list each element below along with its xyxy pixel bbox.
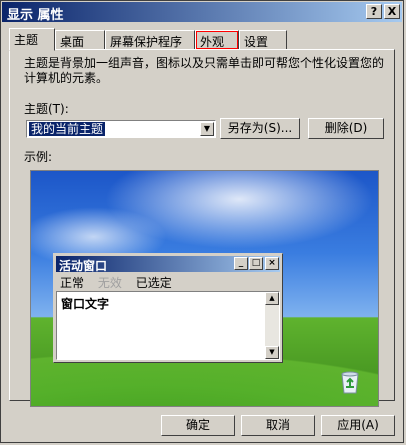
preview-title: 活动窗口 — [59, 259, 108, 273]
scroll-down-icon: ▼ — [265, 346, 279, 359]
preview-window: 活动窗口 _ □ × 正常 无效 已选定 窗口文字 ▲ ▼ — [53, 253, 283, 363]
preview-window-text: 窗口文字 — [61, 297, 110, 311]
menu-normal: 正常 — [60, 276, 85, 290]
theme-preview: 活动窗口 _ □ × 正常 无效 已选定 窗口文字 ▲ ▼ — [30, 170, 379, 407]
tab-desktop[interactable]: 桌面 — [55, 30, 105, 50]
save-as-button[interactable]: 另存为(S)... — [220, 118, 300, 139]
tab-label: 屏幕保护程序 — [110, 35, 183, 49]
tab-label: 桌面 — [60, 35, 85, 49]
theme-select-value: 我的当前主题 — [29, 122, 106, 136]
maximize-icon: □ — [249, 257, 263, 270]
window-title: 显示 属性 — [7, 8, 64, 23]
preview-menu: 正常 无效 已选定 — [60, 274, 182, 291]
apply-button[interactable]: 应用(A) — [321, 415, 395, 436]
tab-themes[interactable]: 主题 — [9, 28, 55, 51]
scroll-up-icon: ▲ — [265, 292, 279, 305]
display-properties-window: 显示 属性 ? X 主题 桌面 屏幕保护程序 外观 设置 主题是背景加一组声音，… — [0, 0, 404, 443]
theme-select[interactable]: 我的当前主题 ▼ — [26, 120, 216, 138]
themes-panel: 主题是背景加一组声音，图标以及只需单击即可帮您个性化设置您的计算机的元素。 主题… — [9, 49, 395, 407]
ok-button[interactable]: 确定 — [161, 415, 235, 436]
tab-screensaver[interactable]: 屏幕保护程序 — [105, 30, 195, 50]
tab-label: 主题 — [14, 33, 39, 47]
tab-label: 外观 — [200, 35, 225, 49]
theme-label: 主题(T): — [24, 102, 69, 116]
recycle-bin-icon — [341, 371, 359, 394]
minimize-icon: _ — [234, 257, 248, 270]
theme-description: 主题是背景加一组声音，图标以及只需单击即可帮您个性化设置您的计算机的元素。 — [24, 56, 385, 85]
chevron-down-icon[interactable]: ▼ — [200, 122, 214, 136]
close-button[interactable]: X — [384, 4, 400, 19]
cancel-button[interactable]: 取消 — [241, 415, 315, 436]
menu-selected: 已选定 — [135, 276, 172, 290]
title-bar: 显示 属性 ? X — [2, 2, 402, 23]
preview-scrollbar: ▲ ▼ — [265, 292, 279, 359]
example-label: 示例: — [24, 150, 53, 164]
menu-disabled: 无效 — [97, 276, 122, 290]
tab-strip: 主题 桌面 屏幕保护程序 外观 设置 — [9, 28, 399, 51]
tab-appearance[interactable]: 外观 — [195, 30, 239, 50]
preview-text-area: 窗口文字 ▲ ▼ — [56, 291, 280, 360]
help-button[interactable]: ? — [366, 4, 382, 19]
preview-title-bar: 活动窗口 _ □ × — [56, 256, 280, 273]
tab-settings[interactable]: 设置 — [239, 30, 287, 50]
tab-label: 设置 — [244, 35, 269, 49]
delete-button[interactable]: 删除(D) — [308, 118, 384, 139]
close-icon: × — [265, 257, 279, 270]
